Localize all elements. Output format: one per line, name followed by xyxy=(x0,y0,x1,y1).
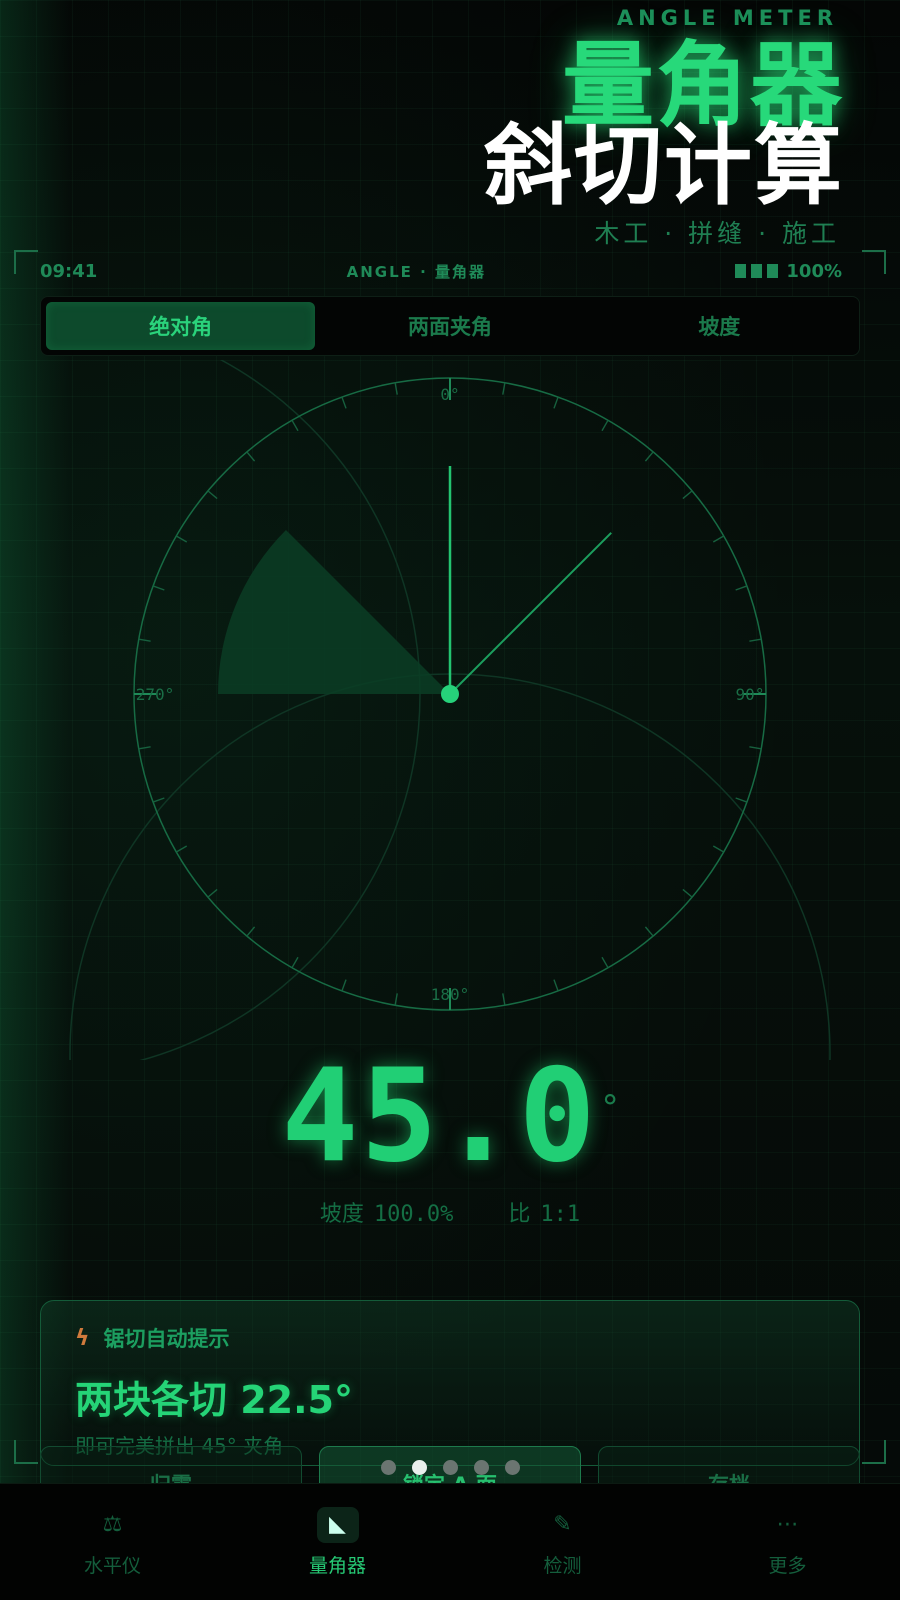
angle-readout: 45.0 ° xyxy=(0,1052,900,1182)
needle-hub xyxy=(441,685,459,703)
bottom-tab-bar: ⚖ 水平仪 ◣ 量角器 ✎ 检测 ⋯ 更多 xyxy=(0,1483,900,1600)
dial-tick xyxy=(644,926,654,937)
protractor-icon: ◣ xyxy=(316,1506,359,1543)
angle-unit: ° xyxy=(601,1088,619,1128)
mode-tab-absolute[interactable]: 绝对角 xyxy=(46,302,316,350)
dial-tick xyxy=(553,979,559,992)
dial-tick xyxy=(152,797,165,803)
signal-bars-icon xyxy=(735,264,779,278)
hero-subtitle-en: ANGLE METER xyxy=(616,6,838,30)
ratio-readout: 比 1:1 xyxy=(508,1196,580,1228)
dial-label-0: 0° xyxy=(440,385,459,404)
tab-more[interactable]: ⋯ 更多 xyxy=(675,1484,900,1600)
dial-tick xyxy=(291,419,299,432)
protractor-dial: 0° 90° 180° 270° xyxy=(69,360,831,1060)
dial-tick xyxy=(175,845,188,853)
hint-title: 锯切自动提示 xyxy=(103,1327,230,1351)
status-app-title: ANGLE · 量角器 xyxy=(346,262,487,281)
hero-tagline: 木工 · 拼缝 · 施工 xyxy=(594,219,840,248)
slope-value: 100.0% xyxy=(373,1202,454,1227)
tab-label-protractor: 量角器 xyxy=(308,1554,366,1577)
dial-tick xyxy=(735,797,748,803)
page-dot[interactable] xyxy=(411,1460,427,1475)
dial-tick xyxy=(291,956,299,969)
dial-tick xyxy=(394,382,398,395)
cut-hint-card: ϟ 锯切自动提示 两块各切 22.5° 即可完美拼出 45° 夹角 xyxy=(40,1300,860,1466)
mode-switch: 绝对角 两面夹角 坡度 xyxy=(40,296,860,356)
tab-inspect[interactable]: ✎ 检测 xyxy=(450,1484,675,1600)
battery-percent: 100% xyxy=(786,260,842,282)
dial-label-90: 90° xyxy=(736,685,765,704)
status-bar: 09:41 ANGLE · 量角器 100% xyxy=(40,256,842,286)
page-dot[interactable] xyxy=(442,1460,458,1475)
frame-corner-top-left xyxy=(14,250,38,274)
more-icon: ⋯ xyxy=(776,1512,799,1537)
background-arc-left xyxy=(139,360,421,1060)
bolt-icon: ϟ xyxy=(75,1325,90,1351)
page-dot[interactable] xyxy=(473,1460,489,1475)
status-battery: 100% xyxy=(735,261,842,282)
mode-tab-included-angle[interactable]: 两面夹角 xyxy=(315,302,584,350)
dial-tick xyxy=(138,638,151,642)
dial-tick xyxy=(601,956,609,969)
page-indicator xyxy=(0,1460,900,1475)
status-time: 09:41 xyxy=(40,260,98,282)
level-icon: ⚖ xyxy=(102,1512,123,1537)
dial-tick xyxy=(394,993,398,1006)
dial-tick xyxy=(712,845,725,853)
tab-protractor[interactable]: ◣ 量角器 xyxy=(225,1484,450,1600)
dial-tick xyxy=(207,490,218,500)
dial-tick xyxy=(341,979,347,992)
slope-readout: 坡度 100.0% xyxy=(320,1196,454,1228)
hint-cut-instruction: 两块各切 22.5° xyxy=(75,1378,353,1422)
dial-tick xyxy=(553,396,559,409)
dial-tick xyxy=(246,926,256,937)
tab-label-level: 水平仪 xyxy=(83,1554,141,1577)
dial-tick xyxy=(175,535,188,543)
dial-tick xyxy=(502,993,506,1006)
ratio-label: 比 xyxy=(508,1202,531,1227)
dial-tick xyxy=(207,888,218,898)
dial-tick xyxy=(601,419,609,432)
dial-tick xyxy=(138,746,151,750)
frame-corner-top-right xyxy=(862,250,886,274)
dial-tick xyxy=(502,382,506,395)
dial-tick xyxy=(644,451,654,462)
mode-tab-slope[interactable]: 坡度 xyxy=(585,302,854,350)
secondary-readouts: 坡度 100.0% 比 1:1 xyxy=(0,1196,900,1228)
tab-label-more: 更多 xyxy=(768,1554,807,1577)
dial-tick xyxy=(682,888,693,898)
dial-tick xyxy=(712,535,725,543)
tab-level[interactable]: ⚖ 水平仪 xyxy=(0,1484,225,1600)
slope-label: 坡度 xyxy=(319,1202,364,1227)
dial-label-270: 270° xyxy=(136,685,175,704)
angle-sector xyxy=(218,529,450,694)
screen: ANGLE METER 量角器 斜切计算 木工 · 拼缝 · 施工 09:41 … xyxy=(0,0,900,1600)
page-dot[interactable] xyxy=(504,1460,520,1475)
page-dot[interactable] xyxy=(380,1460,396,1475)
tab-label-inspect: 检测 xyxy=(543,1554,582,1577)
dial-tick xyxy=(682,490,693,500)
hint-header: ϟ 锯切自动提示 xyxy=(75,1323,825,1353)
dial-tick xyxy=(246,451,256,462)
dial-label-180: 180° xyxy=(431,985,470,1004)
dial-tick xyxy=(735,585,748,591)
dial-tick xyxy=(341,396,347,409)
dial-tick xyxy=(749,746,762,750)
inspect-icon: ✎ xyxy=(553,1512,572,1537)
dial-tick xyxy=(152,585,165,591)
ratio-value: 1:1 xyxy=(540,1202,581,1227)
dial-tick xyxy=(749,638,762,642)
angle-needle xyxy=(449,532,612,695)
angle-value: 45.0 xyxy=(281,1042,598,1191)
hero-title-secondary: 斜切计算 xyxy=(483,114,844,217)
